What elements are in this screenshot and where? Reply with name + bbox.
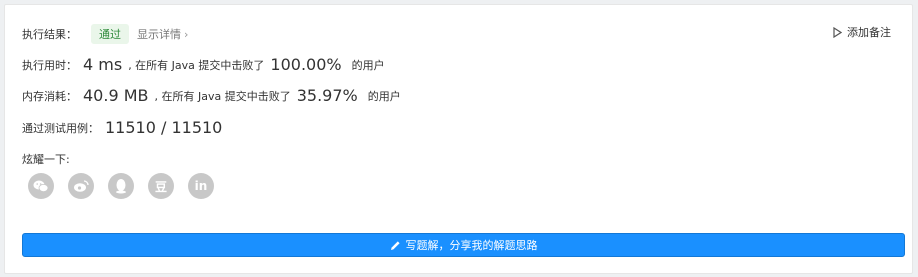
runtime-suffix: 的用户 <box>351 58 385 72</box>
share-icons: 豆 in <box>28 173 228 199</box>
linkedin-icon[interactable]: in <box>188 173 214 199</box>
share-label: 炫耀一下: <box>22 153 70 166</box>
share-row: 炫耀一下: <box>22 151 70 167</box>
tests-value: 11510 / 11510 <box>105 118 223 137</box>
tests-row: 通过测试用例： 11510 / 11510 <box>22 118 222 137</box>
add-note-button[interactable]: 添加备注 <box>833 24 891 40</box>
wechat-icon[interactable] <box>28 173 54 199</box>
memory-value: 40.9 MB <box>83 86 149 105</box>
memory-label: 内存消耗： <box>22 89 77 103</box>
runtime-label: 执行用时： <box>22 58 77 72</box>
status-badge: 通过 <box>91 24 129 44</box>
linkedin-glyph: in <box>194 179 208 193</box>
qq-icon[interactable] <box>108 173 134 199</box>
runtime-mid-text: , 在所有 Java 提交中击败了 <box>128 58 265 72</box>
memory-mid-text: , 在所有 Java 提交中击败了 <box>154 89 291 103</box>
pencil-icon <box>390 240 400 250</box>
write-solution-label: 写题解，分享我的解题思路 <box>405 239 538 252</box>
add-note-label: 添加备注 <box>847 26 891 39</box>
weibo-icon[interactable] <box>68 173 94 199</box>
memory-suffix: 的用户 <box>367 89 401 103</box>
memory-percent: 35.97% <box>296 86 358 105</box>
runtime-percent: 100.00% <box>270 55 342 74</box>
write-solution-button[interactable]: 写题解，分享我的解题思路 <box>22 233 905 257</box>
show-details-label: 显示详情 <box>137 28 181 41</box>
chevron-right-icon: › <box>184 27 189 41</box>
douban-icon[interactable]: 豆 <box>148 173 174 199</box>
submission-result-card: 执行结果： 通过 显示详情 › 添加备注 执行用时： 4 ms , 在所有 Ja… <box>4 4 913 274</box>
tests-label: 通过测试用例： <box>22 121 99 135</box>
runtime-value: 4 ms <box>83 55 123 74</box>
runtime-row: 执行用时： 4 ms , 在所有 Java 提交中击败了 100.00% 的用户 <box>22 55 385 74</box>
result-row: 执行结果： 通过 显示详情 › <box>22 24 188 44</box>
show-details-link[interactable]: 显示详情 › <box>137 26 188 42</box>
douban-glyph: 豆 <box>154 179 167 194</box>
result-label: 执行结果： <box>22 28 77 41</box>
play-outline-icon <box>833 26 842 38</box>
memory-row: 内存消耗： 40.9 MB , 在所有 Java 提交中击败了 35.97% 的… <box>22 86 401 105</box>
